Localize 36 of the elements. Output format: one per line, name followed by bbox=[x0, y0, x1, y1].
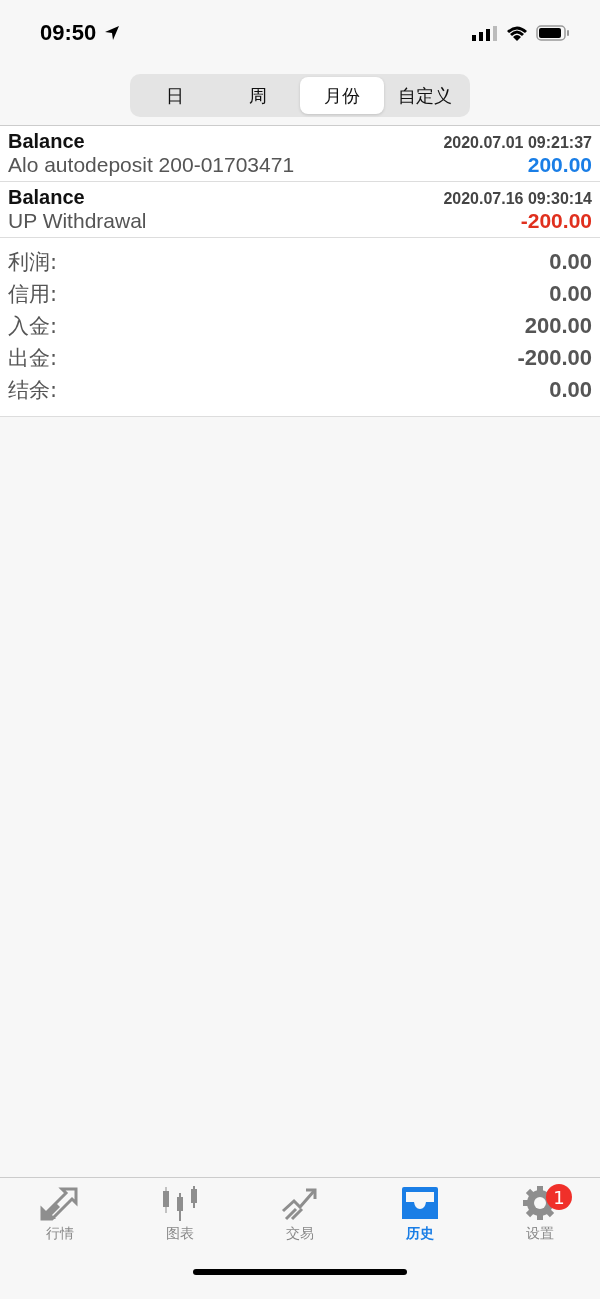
tab-bar-item[interactable]: 历史 bbox=[360, 1184, 480, 1244]
summary-label: 信用: bbox=[8, 281, 58, 308]
summary-value: 200.00 bbox=[524, 313, 592, 339]
deal-type: Balance bbox=[8, 130, 85, 153]
deal-comment: Alo autodeposit 200-01703471 bbox=[8, 153, 295, 177]
clock-time: 09:50 bbox=[40, 20, 97, 46]
signal-icon bbox=[472, 25, 498, 41]
tab-bar-item[interactable]: 交易 bbox=[240, 1184, 360, 1244]
summary-label: 入金: bbox=[8, 313, 58, 340]
summary-label: 出金: bbox=[8, 345, 58, 372]
tab-bar-item[interactable]: 图表 bbox=[120, 1184, 240, 1244]
tab-bar-item[interactable]: 设置 1 bbox=[480, 1184, 600, 1244]
summary-label: 利润: bbox=[8, 249, 58, 276]
deal-amount: -200.00 bbox=[520, 209, 592, 233]
deal-comment: UP Withdrawal bbox=[8, 209, 147, 233]
inbox-icon bbox=[400, 1185, 440, 1221]
summary-value: 0.00 bbox=[549, 281, 592, 307]
deal-type: Balance bbox=[8, 186, 85, 209]
battery-icon bbox=[536, 25, 570, 41]
deal-amount: 200.00 bbox=[527, 153, 592, 177]
candlestick-icon bbox=[160, 1185, 200, 1221]
location-arrow-icon bbox=[104, 25, 121, 41]
tab-bar-item[interactable]: 行情 bbox=[0, 1184, 120, 1244]
summary-value: 0.00 bbox=[549, 249, 592, 275]
arrows-icon bbox=[40, 1185, 80, 1221]
notification-badge: 1 bbox=[546, 1184, 572, 1210]
summary-label: 结余: bbox=[8, 377, 58, 404]
summary-value: 0.00 bbox=[549, 377, 592, 403]
deal-time: 2020.07.01 09:21:37 bbox=[443, 134, 592, 152]
summary-value: -200.00 bbox=[517, 345, 592, 371]
wifi-icon bbox=[506, 25, 528, 41]
period-tab[interactable]: 月份 bbox=[300, 77, 384, 114]
period-tab[interactable]: 日 bbox=[133, 77, 217, 114]
period-tab[interactable]: 自定义 bbox=[383, 77, 467, 114]
period-tab[interactable]: 周 bbox=[216, 77, 300, 114]
deal-time: 2020.07.16 09:30:14 bbox=[443, 190, 592, 208]
